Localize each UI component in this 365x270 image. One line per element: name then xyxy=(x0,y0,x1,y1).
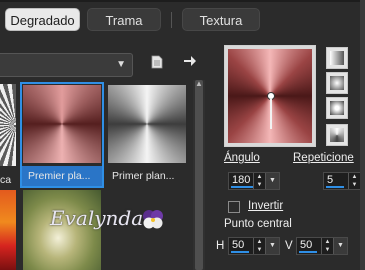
pansy-flower-icon xyxy=(143,210,163,229)
gradient-preview-canvas[interactable] xyxy=(228,49,312,143)
gallery-item-label: Premier pla... xyxy=(28,170,91,182)
gradient-thumb-row2-left[interactable] xyxy=(0,190,16,270)
gallery-item-label: ca xyxy=(0,174,12,186)
angle-spinbox[interactable]: 180 ▲ ▼ ▼ xyxy=(228,172,280,190)
style-linear-button[interactable] xyxy=(326,47,348,69)
repeat-spinbox[interactable]: 5 ▲▼ ▼ xyxy=(323,172,365,190)
v-value-underline xyxy=(299,251,317,253)
gallery-item-label: Primer plan... xyxy=(112,170,175,182)
watermark-logo: Evalynda xyxy=(50,206,170,242)
style-sunburst-button[interactable] xyxy=(326,97,348,119)
watermark-text: Evalynda xyxy=(50,206,144,230)
v-value[interactable]: 50 xyxy=(300,239,312,251)
page-icon[interactable] xyxy=(150,55,164,71)
h-value-underline xyxy=(231,251,249,253)
style-rectangular-button[interactable] xyxy=(326,72,348,94)
repeat-label: Repeticione xyxy=(293,152,354,164)
gradient-thumb-primer[interactable] xyxy=(108,85,186,163)
gradient-thumb-premier[interactable] xyxy=(23,85,101,163)
tab-degradado[interactable]: Degradado xyxy=(5,8,80,31)
angle-handle-line[interactable] xyxy=(270,99,272,129)
angle-label: Ángulo xyxy=(224,152,260,164)
window-frame xyxy=(0,0,365,2)
gradient-thumb-partial[interactable] xyxy=(0,84,16,166)
h-value[interactable]: 50 xyxy=(232,239,244,251)
tab-separator xyxy=(171,12,172,28)
angle-stepper[interactable]: ▲ ▼ xyxy=(253,173,265,189)
invert-label: Invertir xyxy=(248,200,284,212)
chevron-down-icon[interactable]: ▼ xyxy=(333,238,347,254)
scroll-up-icon[interactable]: ▲ xyxy=(194,79,204,88)
window-right-edge xyxy=(360,0,365,270)
chevron-down-icon[interactable]: ▼ xyxy=(265,238,279,254)
angle-value-underline xyxy=(231,186,253,188)
repeat-value[interactable]: 5 xyxy=(327,174,333,186)
preset-category-dropdown[interactable]: ▼ xyxy=(0,53,133,77)
gallery-scrollbar[interactable]: ▲ xyxy=(193,79,205,270)
v-label: V xyxy=(285,240,293,252)
tab-textura[interactable]: Textura xyxy=(182,8,260,31)
angle-value[interactable]: 180 xyxy=(232,174,250,186)
chevron-down-icon[interactable]: ▼ xyxy=(265,173,279,189)
invert-checkbox[interactable] xyxy=(228,201,240,213)
right-arrow-icon[interactable] xyxy=(182,55,198,71)
repeat-value-underline xyxy=(326,186,344,188)
repeat-stepper[interactable]: ▲ ▼ xyxy=(348,173,360,189)
center-point-label: Punto central xyxy=(224,218,292,230)
tab-trama[interactable]: Trama xyxy=(87,8,161,31)
chevron-down-icon: ▼ xyxy=(116,59,126,70)
v-stepper[interactable]: ▲ ▼ xyxy=(321,238,333,254)
gradient-preview[interactable] xyxy=(224,45,316,147)
v-spinbox[interactable]: 50 ▲ ▼ ▼ xyxy=(296,237,348,255)
h-stepper[interactable]: ▲ ▼ xyxy=(253,238,265,254)
gradient-gallery: ca Premier pla... Primer plan... Evalynd… xyxy=(0,82,190,270)
style-radial-button[interactable] xyxy=(326,124,348,146)
h-label: H xyxy=(216,240,225,252)
h-spinbox[interactable]: 50 ▲ ▼ ▼ xyxy=(228,237,280,255)
scrollbar-thumb[interactable] xyxy=(195,80,203,270)
